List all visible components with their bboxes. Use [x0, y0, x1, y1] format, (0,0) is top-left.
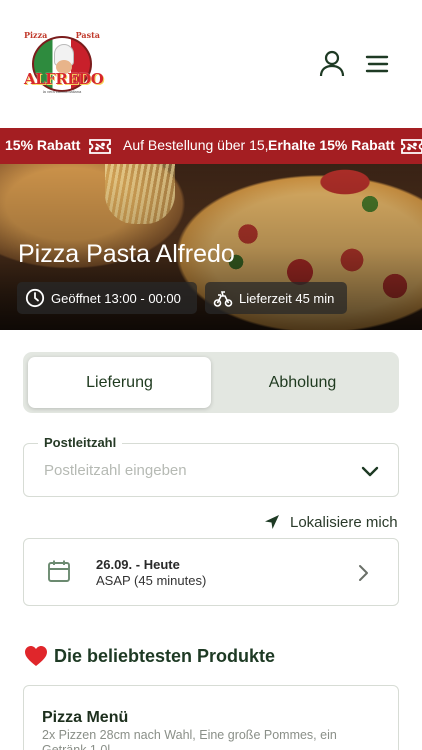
user-icon	[319, 50, 345, 77]
postal-code-input[interactable]	[44, 462, 344, 479]
tab-delivery[interactable]: Lieferung	[28, 357, 211, 408]
restaurant-name: Pizza Pasta Alfredo	[18, 240, 235, 268]
product-description: 2x Pizzen 28cm nach Wahl, Eine große Pom…	[42, 728, 337, 750]
restaurant-logo[interactable]: Pizza Pasta ALFREDO la vera cucina itali…	[24, 30, 104, 100]
locate-me-button[interactable]: Lokalisiere mich	[264, 513, 398, 531]
clock-icon	[25, 288, 45, 308]
chevron-right-icon	[359, 565, 368, 581]
logo-word-left: Pizza	[24, 30, 48, 40]
scooter-icon	[213, 291, 233, 307]
app-screen: Pizza Pasta ALFREDO la vera cucina itali…	[0, 0, 422, 750]
postal-code-field[interactable]: Postleitzahl	[23, 435, 399, 497]
order-mode-toggle: Lieferung Abholung	[23, 352, 399, 413]
postal-code-label: Postleitzahl	[38, 435, 123, 450]
promo-text: 15% Rabatt	[5, 137, 81, 153]
heart-icon	[25, 646, 47, 666]
schedule-time: ASAP (45 minutes)	[96, 573, 207, 588]
schedule-selector[interactable]: 26.09. - Heute ASAP (45 minutes)	[23, 538, 399, 606]
delivery-time-text: Lieferzeit 45 min	[239, 290, 335, 306]
chevron-down-icon[interactable]	[360, 461, 380, 481]
logo-tagline: la vera cucina italiana	[42, 89, 82, 94]
delivery-time-chip: Lieferzeit 45 min	[205, 282, 347, 314]
hero-banner: Pizza Pasta Alfredo Geöffnet 13:00 - 00:…	[0, 164, 422, 330]
ticket-icon	[401, 139, 422, 154]
popular-products-title: Die beliebtesten Produkte	[54, 645, 276, 666]
promo-text: Erhalte 15% Rabatt	[268, 137, 399, 153]
calendar-icon	[48, 560, 70, 582]
promo-marquee: 15% Rabatt Auf Bestellung über 15,00 € E…	[0, 128, 422, 164]
hamburger-menu-icon	[365, 55, 389, 73]
logo-word-right: Pasta	[75, 30, 100, 40]
menu-button[interactable]	[363, 50, 391, 78]
logo-name: ALFREDO	[24, 70, 104, 88]
header: Pizza Pasta ALFREDO la vera cucina itali…	[0, 0, 422, 128]
opening-hours-text: Geöffnet 13:00 - 00:00	[51, 290, 181, 306]
tab-pickup[interactable]: Abholung	[211, 357, 394, 408]
locate-me-label: Lokalisiere mich	[290, 513, 398, 531]
location-arrow-icon	[265, 515, 279, 529]
account-button[interactable]	[318, 50, 346, 78]
ticket-icon	[89, 139, 111, 154]
schedule-date: 26.09. - Heute	[96, 557, 180, 572]
product-card[interactable]: Pizza Menü 2x Pizzen 28cm nach Wahl, Ein…	[23, 685, 399, 750]
popular-products-heading: Die beliebtesten Produkte	[24, 645, 275, 667]
opening-hours-chip: Geöffnet 13:00 - 00:00	[17, 282, 197, 314]
product-name: Pizza Menü	[42, 709, 129, 726]
